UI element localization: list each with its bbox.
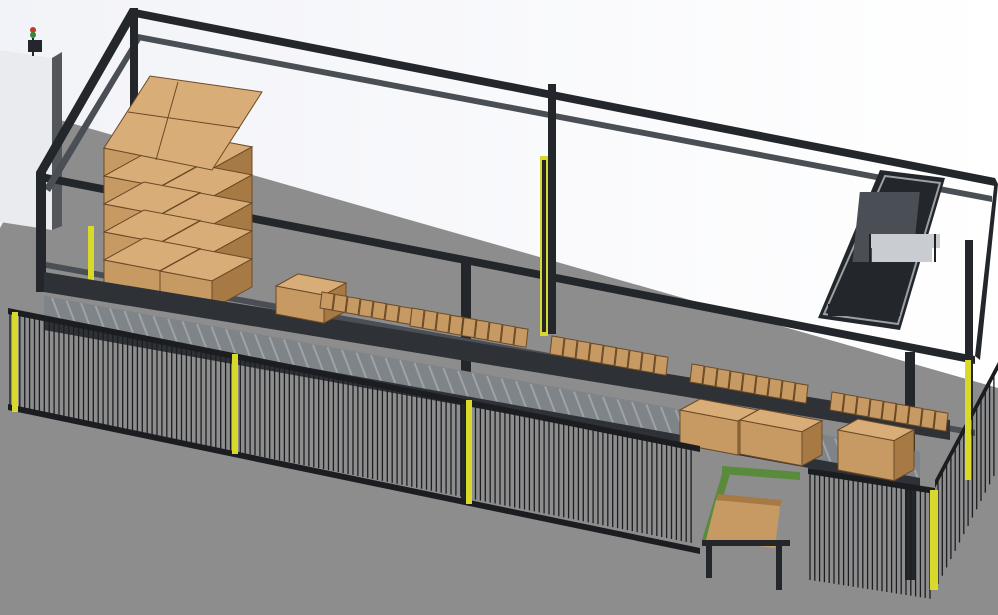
conveyor-carton-row [728,370,744,392]
conveyor-carton-row [702,365,718,387]
conveyor-carton-row [448,314,464,336]
conveyor-carton-row [474,319,490,341]
conveyor-carton-row [933,410,949,432]
conveyor-carton-row [384,303,400,323]
conveyor-carton-row [500,324,516,346]
conveyor-carton-row [562,337,578,359]
conveyor-carton-row [513,326,529,348]
conveyor-carton-row [907,405,923,427]
conveyor-carton-row [894,403,910,425]
conveyor-carton-row [741,373,757,395]
conveyor-carton-row [920,408,936,430]
conveyor-carton-row [829,391,845,413]
conveyor-carton-row [614,347,630,369]
conveyor-carton-row [487,321,503,343]
conveyor-carton-row [881,401,897,423]
conveyor-carton-row [868,398,884,420]
conveyor-carton-row [319,291,335,311]
conveyor-carton-row [689,363,705,385]
conveyor-carton-row [371,301,387,321]
conveyor-carton-row [461,317,477,339]
scene-canvas [0,0,998,615]
conveyor-carton-row [793,382,809,404]
conveyor-carton-row [345,296,361,316]
conveyor-carton-row [842,393,858,415]
conveyor-carton-row [855,396,871,418]
conveyor-carton-row [767,377,783,399]
beacon-green-icon [30,32,36,38]
conveyor-carton-row [435,312,451,334]
conveyor-carton-row [627,349,643,371]
conveyor-carton-row [715,368,731,390]
conveyor-carton-row [409,307,425,329]
conveyor-carton-row [358,298,374,318]
carton-pallet-stack [102,75,263,310]
conveyor-carton-row [601,345,617,367]
conveyor-carton-row [397,305,413,325]
conveyor-carton-row [575,340,591,362]
conveyor-carton-row [640,352,656,374]
conveyor-carton-row [780,380,796,402]
conveyor-carton-row [588,342,604,364]
conveyor-carton-row [653,354,669,376]
conveyor-carton-row [754,375,770,397]
conveyor-carton-row [332,293,348,313]
conveyor-carton-row [549,335,565,357]
palletizer-cad-scene [0,0,998,615]
conveyor-carton-row [422,309,438,331]
